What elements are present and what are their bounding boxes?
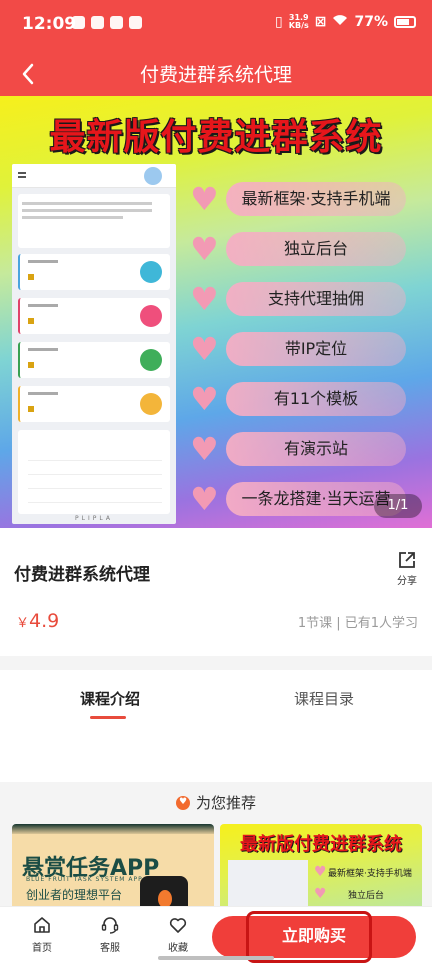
feature-item: ♥ 最新框架·支持手机端 bbox=[190, 176, 422, 226]
tab-intro[interactable]: 课程介绍 bbox=[80, 688, 140, 709]
status-time: 12:09 bbox=[22, 14, 77, 34]
heart-icon: ♥ bbox=[190, 430, 219, 468]
tab-catalog[interactable]: 课程目录 bbox=[294, 688, 354, 709]
calendar-icon bbox=[91, 16, 104, 29]
feature-label: 最新框架·支持手机端 bbox=[226, 182, 406, 216]
heart-icon: ♥ bbox=[190, 180, 219, 218]
feature-item: ♥ 有11个模板 bbox=[190, 376, 422, 426]
favorite-label: 收藏 bbox=[168, 943, 188, 954]
course-banner[interactable]: 最新版付费进群系统 PLIPLA ♥ 最新框架·支持手机端 ♥ 独立后台 ♥ 支持代理… bbox=[0, 96, 432, 528]
feature-label: 带IP定位 bbox=[226, 332, 406, 366]
nav-bar: 付费进群系统代理 bbox=[0, 52, 432, 96]
product-title: 付费进群系统代理 bbox=[14, 565, 150, 585]
mock-chart bbox=[18, 430, 170, 514]
crown-icon bbox=[129, 16, 142, 29]
card-line: 最新框架·支持手机端 bbox=[328, 869, 412, 879]
feature-item: ♥ 带IP定位 bbox=[190, 326, 422, 376]
product-price: ￥4.9 bbox=[16, 610, 59, 632]
mock-card bbox=[18, 254, 170, 290]
card-line: 独立后台 bbox=[348, 891, 385, 901]
share-icon bbox=[399, 552, 415, 568]
tab-active-indicator bbox=[90, 716, 126, 719]
service-button[interactable]: 客服 bbox=[90, 915, 130, 954]
home-indicator bbox=[158, 956, 274, 960]
net-speed-unit: KB/s bbox=[288, 21, 309, 30]
home-button[interactable]: 首页 bbox=[22, 915, 62, 954]
wifi-icon bbox=[332, 14, 348, 30]
course-meta: 1节课 | 已有1人学习 bbox=[297, 616, 418, 631]
battery-icon bbox=[394, 16, 416, 28]
tiktok-icon bbox=[72, 16, 85, 29]
feature-list: ♥ 最新框架·支持手机端 ♥ 独立后台 ♥ 支持代理抽佣 ♥ 带IP定位 ♥ 有11个模板… bbox=[190, 176, 422, 526]
heart-badge-icon bbox=[175, 796, 190, 810]
heart-icon: ♥ bbox=[190, 480, 219, 518]
net-speed: 31.9 KB/s bbox=[289, 14, 309, 30]
mock-topbar bbox=[12, 164, 176, 188]
heart-icon: ♥ bbox=[190, 280, 219, 318]
battery-percent: 77% bbox=[354, 14, 388, 30]
home-icon bbox=[34, 917, 50, 933]
feature-label: 有演示站 bbox=[226, 432, 406, 466]
share-button[interactable]: 分享 bbox=[394, 550, 420, 587]
sim-icon: ⊠ bbox=[314, 14, 327, 30]
app-icon bbox=[110, 16, 123, 29]
mock-notice bbox=[18, 194, 170, 248]
page-indicator: 1/1 bbox=[374, 494, 422, 518]
feature-item: ♥ 支持代理抽佣 bbox=[190, 276, 422, 326]
feature-label: 独立后台 bbox=[226, 232, 406, 266]
mock-card bbox=[18, 386, 170, 422]
feature-label: 支持代理抽佣 bbox=[226, 282, 406, 316]
status-bar: 12:09 ▯ 31.9 KB/s ⊠ 77% bbox=[0, 0, 432, 52]
heart-icon: ♥ bbox=[314, 886, 327, 902]
vibrate-icon: ▯ bbox=[275, 14, 283, 30]
home-label: 首页 bbox=[32, 943, 52, 954]
card-title: 最新版付费进群系统 bbox=[240, 834, 402, 855]
notification-icons bbox=[72, 16, 142, 29]
feature-item: ♥ 独立后台 bbox=[190, 226, 422, 276]
page-title: 付费进群系统代理 bbox=[139, 64, 292, 86]
card-subtitle-en: BLUE FRUIT TASK SYSTEM APP bbox=[26, 876, 143, 883]
recommend-card[interactable]: 最新版付费进群系统 ♥ 最新框架·支持手机端 ♥ 独立后台 bbox=[220, 824, 422, 916]
mock-footer: PLIPLA bbox=[75, 515, 113, 522]
share-label: 分享 bbox=[397, 576, 417, 587]
course-tabs: 课程介绍 课程目录 bbox=[0, 670, 432, 782]
currency-symbol: ￥ bbox=[16, 616, 30, 631]
mock-card bbox=[18, 342, 170, 378]
heart-icon: ♥ bbox=[190, 230, 219, 268]
feature-item: ♥ 有演示站 bbox=[190, 426, 422, 476]
service-label: 客服 bbox=[100, 943, 120, 954]
status-right: ▯ 31.9 KB/s ⊠ 77% bbox=[275, 14, 416, 30]
favorite-button[interactable]: 收藏 bbox=[158, 915, 198, 954]
mock-card bbox=[18, 298, 170, 334]
recommend-card[interactable]: 悬赏任务APP BLUE FRUIT TASK SYSTEM APP 创业者的理… bbox=[12, 824, 214, 916]
banner-headline: 最新版付费进群系统 bbox=[49, 117, 383, 158]
heart-icon: ♥ bbox=[190, 380, 219, 418]
card-tagline: 创业者的理想平台 bbox=[26, 888, 123, 902]
recommend-title-text: 为您推荐 bbox=[195, 794, 256, 812]
banner-screenshot: PLIPLA bbox=[12, 164, 176, 524]
price-value: 4.9 bbox=[29, 610, 60, 632]
heart-outline-icon bbox=[169, 918, 187, 933]
heart-icon: ♥ bbox=[190, 330, 219, 368]
heart-icon: ♥ bbox=[314, 864, 327, 880]
recommend-title: 为您推荐 bbox=[0, 792, 432, 813]
product-info: 付费进群系统代理 分享 ￥4.9 1节课 | 已有1人学习 bbox=[0, 528, 432, 656]
headset-icon bbox=[101, 917, 119, 934]
feature-label: 有11个模板 bbox=[226, 382, 406, 416]
buy-now-button[interactable]: 立即购买 bbox=[212, 916, 416, 958]
